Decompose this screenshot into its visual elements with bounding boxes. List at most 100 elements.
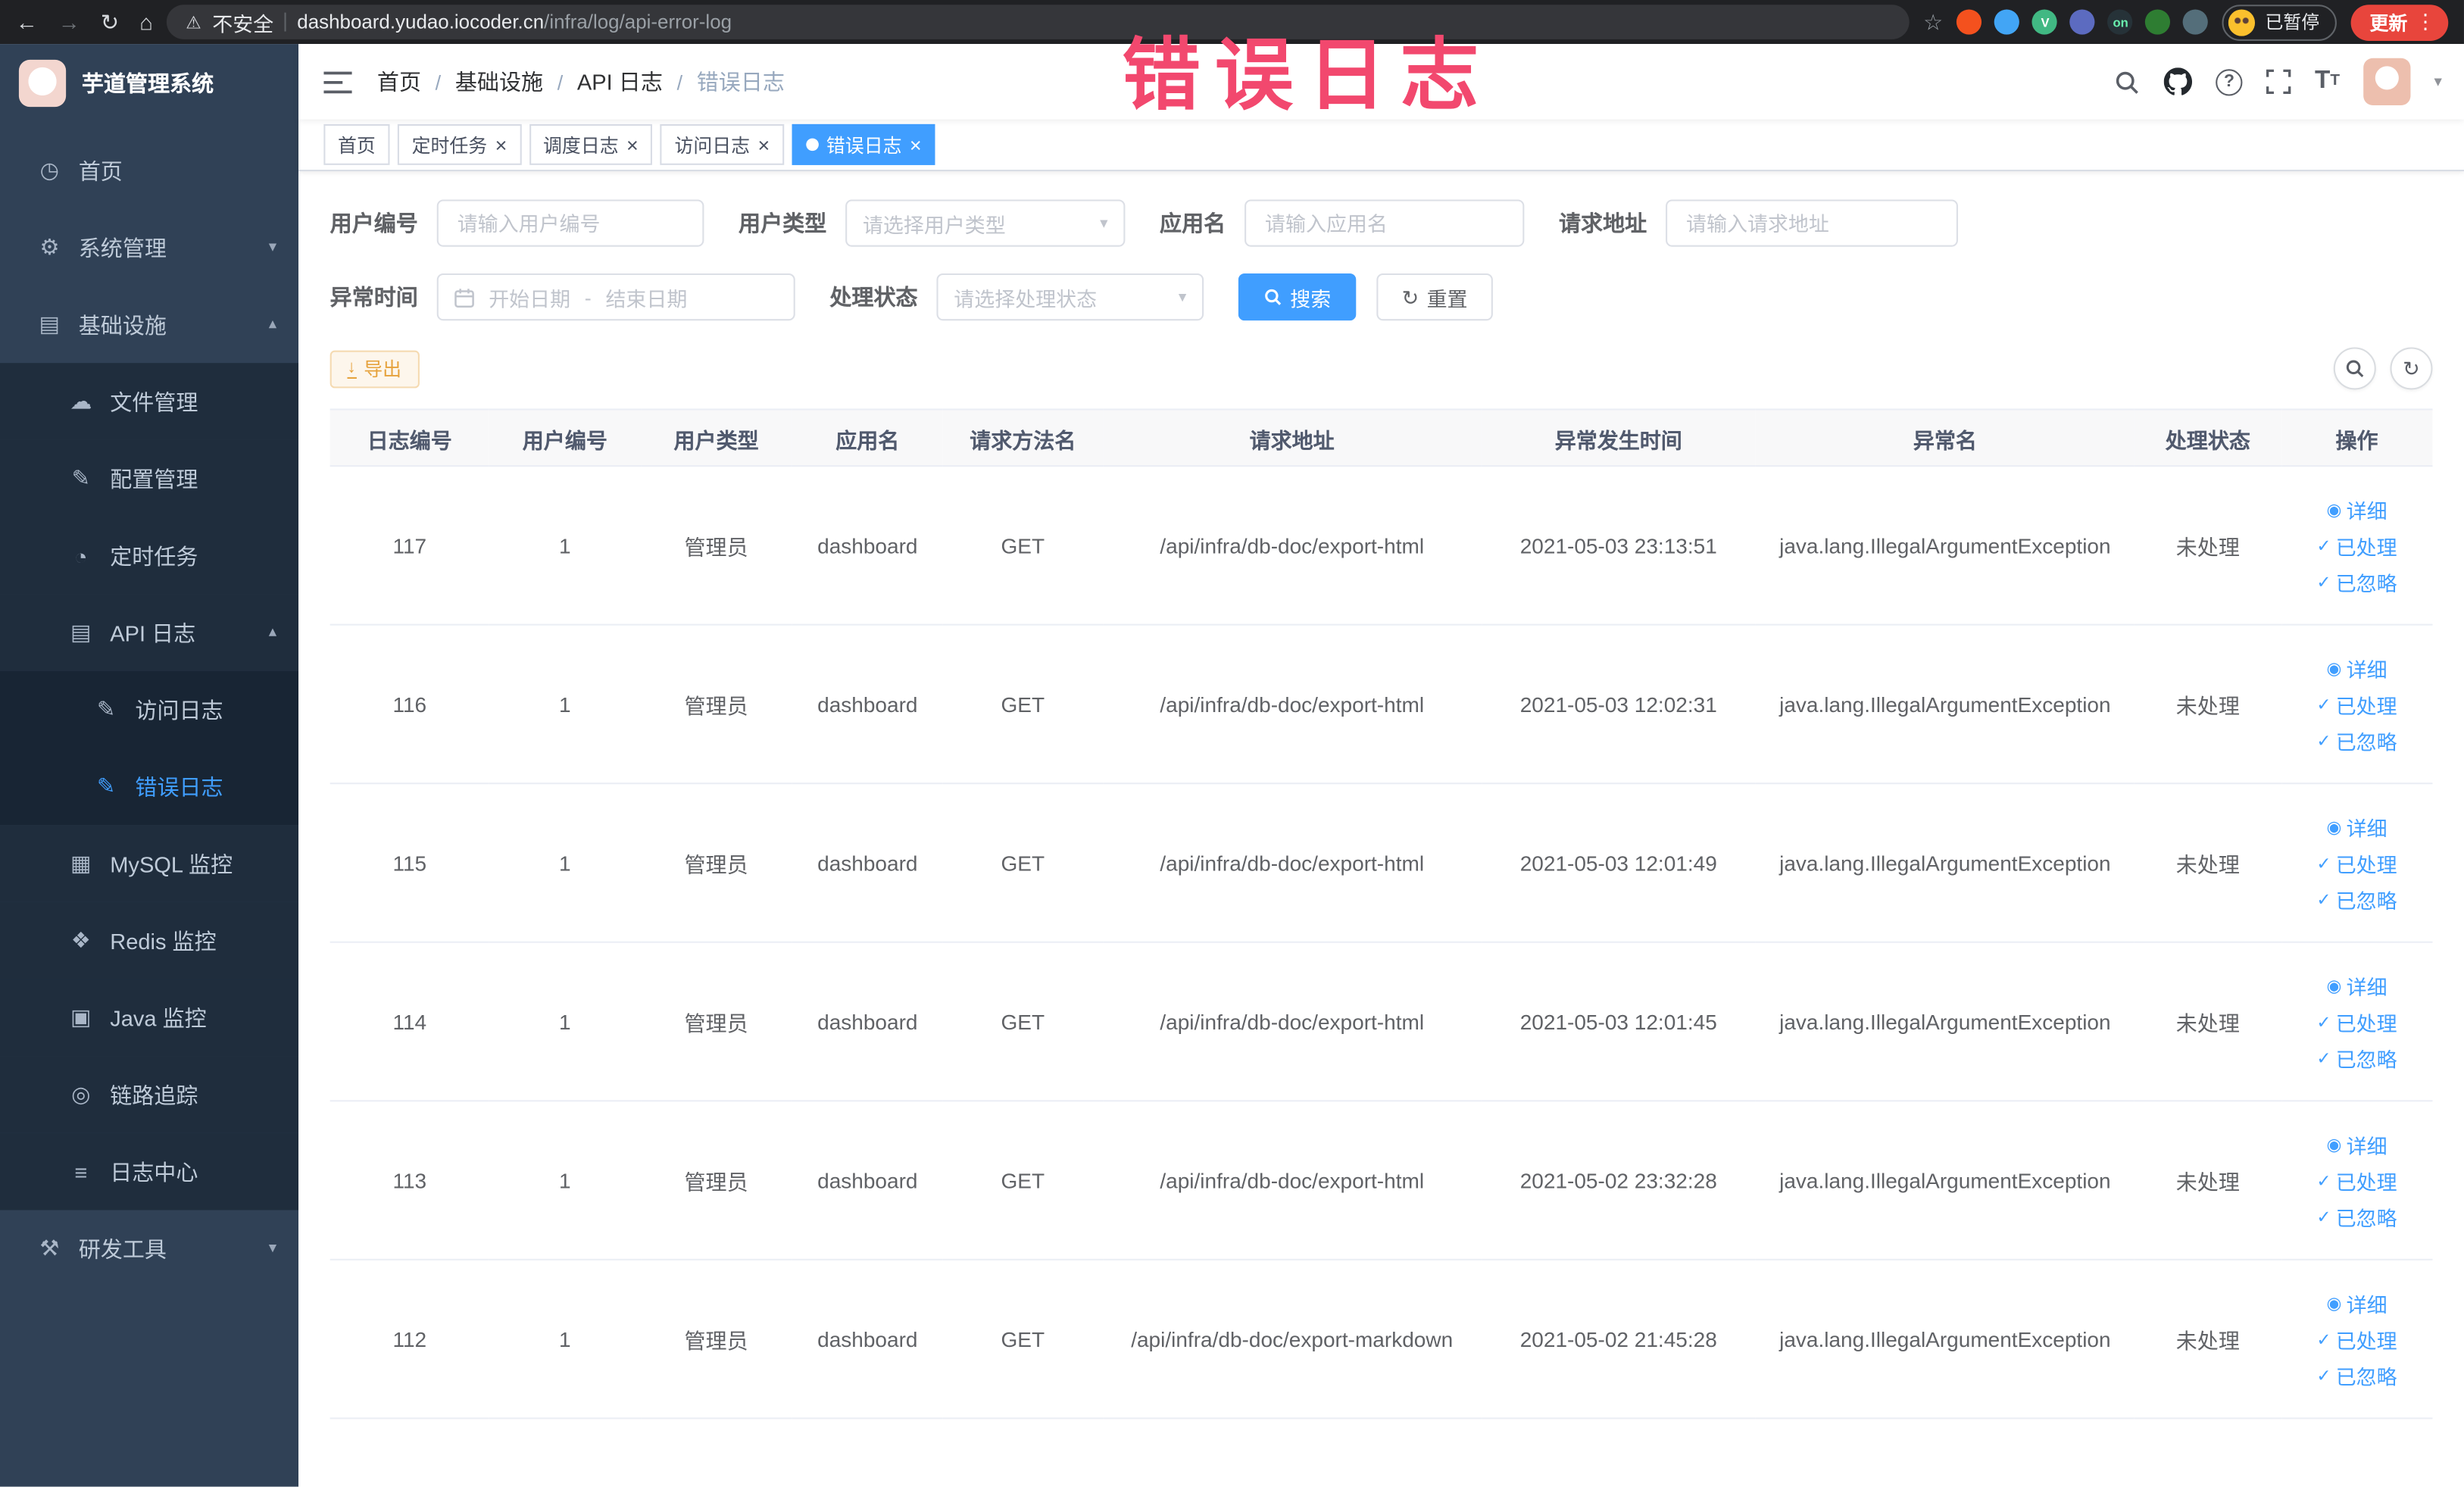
action-ignore[interactable]: ✓ 已忽略 [2316, 567, 2397, 596]
action-processed[interactable]: ✓ 已处理 [2316, 1165, 2397, 1195]
update-button[interactable]: 更新 ⋮ [2350, 4, 2449, 40]
action-detail[interactable]: ◉ 详细 [2326, 812, 2387, 842]
font-size-icon[interactable]: TT [2315, 68, 2340, 94]
back-icon[interactable]: ← [16, 11, 38, 33]
tab-error-log[interactable]: 错误日志 × [792, 123, 936, 165]
sidebar-item-java-monitor[interactable]: ▣ Java 监控 [0, 979, 299, 1057]
user-avatar[interactable] [2363, 58, 2411, 105]
sidebar-item-label: 链路追踪 [110, 1082, 198, 1107]
tab-schedule-log[interactable]: 调度日志 × [529, 123, 653, 165]
check-icon: ✓ [2316, 890, 2331, 910]
logo[interactable]: 芋道管理系统 [0, 44, 298, 123]
sidebar-item-access-log[interactable]: ✎ 访问日志 [0, 670, 299, 748]
action-processed[interactable]: ✓ 已处理 [2316, 689, 2397, 719]
action-detail[interactable]: ◉ 详细 [2326, 653, 2387, 683]
extension-lighthouse-icon[interactable] [1957, 9, 1983, 35]
action-detail[interactable]: ◉ 详细 [2326, 970, 2387, 1000]
sidebar-item-home[interactable]: ◷ 首页 [0, 132, 298, 209]
sidebar-item-redis-monitor[interactable]: ❖ Redis 监控 [0, 901, 299, 979]
tab-access-log[interactable]: 访问日志 × [660, 123, 784, 165]
refresh-table-button[interactable]: ↻ [2390, 347, 2433, 390]
export-button[interactable]: ↓ 导出 [329, 349, 419, 388]
extension-grid-icon[interactable] [2070, 9, 2096, 35]
action-ignore[interactable]: ✓ 已忽略 [2316, 1042, 2397, 1072]
fullscreen-icon[interactable] [2266, 69, 2291, 95]
cell-url: /api/infra/db-doc/export-html [1102, 1101, 1482, 1261]
help-icon[interactable]: ? [2216, 68, 2243, 95]
search-button[interactable]: 搜索 [1238, 273, 1357, 321]
toggle-search-button[interactable] [2333, 347, 2376, 390]
cell-user_id: 1 [489, 1259, 641, 1420]
browser-home-icon[interactable]: ⌂ [139, 11, 153, 33]
cell-method: GET [943, 466, 1103, 626]
sidebar-item-link-tracing[interactable]: ◎ 链路追踪 [0, 1056, 299, 1133]
sidebar-item-label: Java 监控 [110, 1004, 207, 1030]
action-ignore[interactable]: ✓ 已忽略 [2316, 884, 2397, 914]
address-bar[interactable]: ⚠ 不安全 dashboard.yudao.iocoder.cn/infra/l… [167, 5, 1910, 39]
close-icon[interactable]: × [626, 134, 639, 155]
close-icon[interactable]: × [910, 134, 922, 155]
action-processed[interactable]: ✓ 已处理 [2316, 1007, 2397, 1036]
profile-chip[interactable]: 已暂停 [2222, 4, 2337, 40]
sidebar-item-error-log[interactable]: ✎ 错误日志 [0, 748, 299, 826]
tab-scheduled-tasks[interactable]: 定时任务 × [397, 123, 521, 165]
user-id-input[interactable] [436, 199, 704, 247]
reload-icon[interactable]: ↻ [101, 11, 119, 33]
forward-icon[interactable]: → [58, 11, 80, 33]
extension-drop-icon[interactable] [1994, 9, 2020, 35]
sidebar-item-log-center[interactable]: ≡ 日志中心 [0, 1132, 299, 1211]
tags-bar: 首页 定时任务 × 调度日志 × 访问日志 × 错误日志 × [298, 119, 2464, 172]
security-label[interactable]: 不安全 [212, 7, 273, 36]
close-icon[interactable]: × [757, 134, 770, 155]
action-detail[interactable]: ◉ 详细 [2326, 1288, 2387, 1317]
tab-home[interactable]: 首页 [323, 123, 390, 165]
app-name-input[interactable] [1244, 199, 1525, 247]
sidebar-item-api-logs[interactable]: ▤ API 日志 ▴ [0, 594, 299, 671]
action-processed[interactable]: ✓ 已处理 [2316, 530, 2397, 560]
sidebar-item-config-management[interactable]: ✎ 配置管理 [0, 439, 299, 517]
hamburger-icon[interactable] [323, 70, 352, 93]
bookmark-star-icon[interactable]: ☆ [1923, 8, 1943, 35]
request-url-input[interactable] [1666, 199, 1958, 247]
table-row: 112 1 管理员 dashboard GET/api/infra/db-doc/exp… [329, 1259, 2433, 1420]
search-icon[interactable] [2113, 68, 2140, 95]
extension-on-badge-icon[interactable]: on [2108, 9, 2134, 35]
user-type-placeholder: 请选择用户类型 [862, 213, 1006, 237]
sidebar-item-system-management[interactable]: ⚙ 系统管理 ▾ [0, 209, 298, 286]
trace-icon: ◎ [71, 1081, 91, 1107]
github-icon[interactable] [2163, 67, 2193, 95]
cell-time: 2021-05-02 23:32:28 [1481, 1101, 1756, 1261]
sidebar-item-file-management[interactable]: ☁ 文件管理 [0, 363, 299, 440]
breadcrumb-item[interactable]: 基础设施 [455, 66, 543, 97]
cell-actions: ◉ 详细 ✓ 已处理 ✓ 已忽略 [2281, 466, 2433, 626]
exception-time-range-picker[interactable]: 开始日期 - 结束日期 [436, 273, 795, 321]
close-icon[interactable]: × [495, 134, 507, 155]
action-ignore[interactable]: ✓ 已忽略 [2316, 1360, 2397, 1390]
reset-button[interactable]: ↻ 重置 [1376, 273, 1493, 321]
extension-vue-icon[interactable]: V [2032, 9, 2058, 35]
user-type-select[interactable]: 请选择用户类型 ▾ [845, 199, 1126, 247]
action-detail[interactable]: ◉ 详细 [2326, 494, 2387, 523]
action-ignore[interactable]: ✓ 已忽略 [2316, 725, 2397, 754]
sidebar-item-label: 配置管理 [110, 466, 198, 492]
chevron-down-icon[interactable]: ▾ [2434, 73, 2441, 90]
sidebar-item-mysql-monitor[interactable]: ▦ MySQL 监控 [0, 825, 299, 902]
action-processed[interactable]: ✓ 已处理 [2316, 848, 2397, 877]
action-ignore[interactable]: ✓ 已忽略 [2316, 1201, 2397, 1231]
menu-kebab-icon[interactable]: ⋮ [2416, 9, 2436, 34]
action-processed[interactable]: ✓ 已处理 [2316, 1324, 2397, 1354]
cell-id: 117 [329, 466, 489, 626]
extension-tree-icon[interactable] [2145, 9, 2172, 35]
cell-status: 未处理 [2135, 783, 2281, 943]
extension-paw-icon[interactable] [2183, 9, 2209, 35]
breadcrumb-item[interactable]: API 日志 [577, 66, 663, 97]
action-detail[interactable]: ◉ 详细 [2326, 1129, 2387, 1159]
process-status-select[interactable]: 请选择处理状态 ▾ [936, 273, 1204, 321]
cell-exception: java.lang.IllegalArgumentException [1755, 1101, 2135, 1261]
cell-actions: ◉ 详细 ✓ 已处理 ✓ 已忽略 [2281, 942, 2433, 1102]
sidebar-item-scheduled-tasks[interactable]: ◔ 定时任务 [0, 517, 299, 595]
sidebar-item-infrastructure[interactable]: ▤ 基础设施 ▴ [0, 286, 298, 364]
sidebar-item-dev-tools[interactable]: ⚒ 研发工具 ▾ [0, 1210, 298, 1287]
breadcrumb-item[interactable]: 首页 [377, 66, 421, 97]
check-icon: ✓ [2316, 695, 2331, 714]
